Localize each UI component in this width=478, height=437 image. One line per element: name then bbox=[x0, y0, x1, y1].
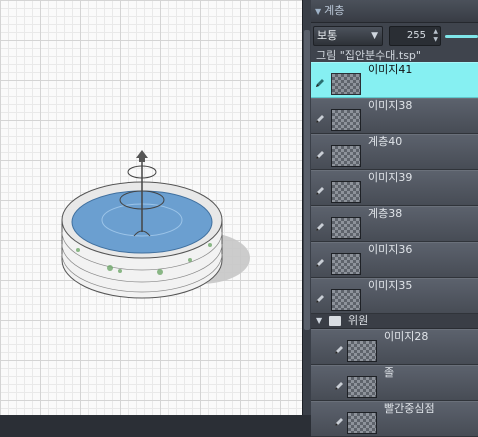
layer-name: 이미지36 bbox=[368, 243, 413, 256]
layer-thumbnail bbox=[347, 412, 377, 434]
layer-name: 이미지35 bbox=[368, 279, 413, 292]
pen-icon[interactable] bbox=[314, 113, 326, 125]
layer-row[interactable]: 이미지38 bbox=[311, 98, 478, 134]
folder-icon bbox=[329, 316, 341, 326]
layer-controls: 보통 ▼ 255 ▲ ▼ bbox=[311, 23, 478, 49]
layer-name: 이미지28 bbox=[384, 330, 429, 343]
layer-thumbnail bbox=[331, 145, 361, 167]
layer-row[interactable]: 빨간중심점 bbox=[311, 401, 478, 437]
layer-thumbnail bbox=[331, 109, 361, 131]
scrollbar-thumb[interactable] bbox=[304, 30, 310, 330]
layer-thumbnail bbox=[331, 181, 361, 203]
layer-name: 계층38 bbox=[368, 207, 403, 220]
layer-row[interactable]: 이미지35 bbox=[311, 278, 478, 314]
layer-row[interactable]: 계층38 bbox=[311, 206, 478, 242]
panel-title: 계층 bbox=[324, 4, 345, 17]
dropdown-arrow-icon: ▼ bbox=[371, 31, 378, 41]
pen-icon[interactable] bbox=[333, 344, 345, 356]
layer-row[interactable]: 이미지41 bbox=[311, 62, 478, 98]
pen-icon[interactable] bbox=[333, 416, 345, 428]
pen-icon[interactable] bbox=[314, 257, 326, 269]
layer-folder-row[interactable]: ▼ 위원 bbox=[311, 314, 478, 329]
opacity-slider[interactable] bbox=[445, 35, 478, 38]
pen-icon[interactable] bbox=[314, 77, 326, 89]
layer-row[interactable]: 이미지36 bbox=[311, 242, 478, 278]
document-label: 그림 "집안분수대.tsp" bbox=[316, 49, 421, 62]
drawing-canvas[interactable] bbox=[0, 0, 302, 415]
layer-name: 이미지38 bbox=[368, 99, 413, 112]
pen-icon[interactable] bbox=[333, 380, 345, 392]
blend-mode-value: 보통 bbox=[317, 29, 338, 42]
layer-thumbnail bbox=[331, 217, 361, 239]
folder-name: 위원 bbox=[348, 314, 369, 327]
layer-row[interactable]: 이미지39 bbox=[311, 170, 478, 206]
layer-name: 이미지39 bbox=[368, 171, 413, 184]
layer-name: 졸 bbox=[384, 366, 395, 379]
fountain-artwork bbox=[61, 150, 250, 299]
pen-icon[interactable] bbox=[314, 221, 326, 233]
layer-thumbnail bbox=[331, 73, 361, 95]
layer-name: 계층40 bbox=[368, 135, 403, 148]
layer-thumbnail bbox=[347, 376, 377, 398]
pen-icon[interactable] bbox=[314, 149, 326, 161]
layer-name: 이미지41 bbox=[368, 63, 413, 76]
pen-icon[interactable] bbox=[314, 293, 326, 305]
layer-row[interactable]: 이미지28 bbox=[311, 329, 478, 365]
opacity-value: 255 bbox=[406, 30, 426, 41]
blend-mode-select[interactable]: 보통 ▼ bbox=[313, 26, 383, 46]
layer-panel: ▼ 계층 보통 ▼ 255 ▲ ▼ 그림 "집안분수대.tsp" 이미지41 이미지3… bbox=[311, 0, 478, 437]
layer-thumbnail bbox=[331, 253, 361, 275]
layer-thumbnail bbox=[331, 289, 361, 311]
folder-children: 이미지28 졸빨간중심점 bbox=[311, 329, 478, 437]
layer-row[interactable]: 계층40 bbox=[311, 134, 478, 170]
opacity-input[interactable]: 255 ▲ ▼ bbox=[389, 26, 441, 46]
pen-icon[interactable] bbox=[314, 185, 326, 197]
layer-list: 이미지41 이미지38 계층40 이미지39 계층38 이미지36 이미지35 ▼ 위원이미지2… bbox=[311, 62, 478, 437]
collapse-triangle-icon[interactable]: ▼ bbox=[315, 7, 321, 16]
layer-row[interactable]: 졸 bbox=[311, 365, 478, 401]
panel-header[interactable]: ▼ 계층 bbox=[311, 0, 478, 23]
expand-triangle-icon[interactable]: ▼ bbox=[316, 314, 322, 328]
spin-arrows-icon[interactable]: ▲ ▼ bbox=[433, 28, 438, 44]
layer-name: 빨간중심점 bbox=[384, 402, 435, 415]
layer-thumbnail bbox=[347, 340, 377, 362]
